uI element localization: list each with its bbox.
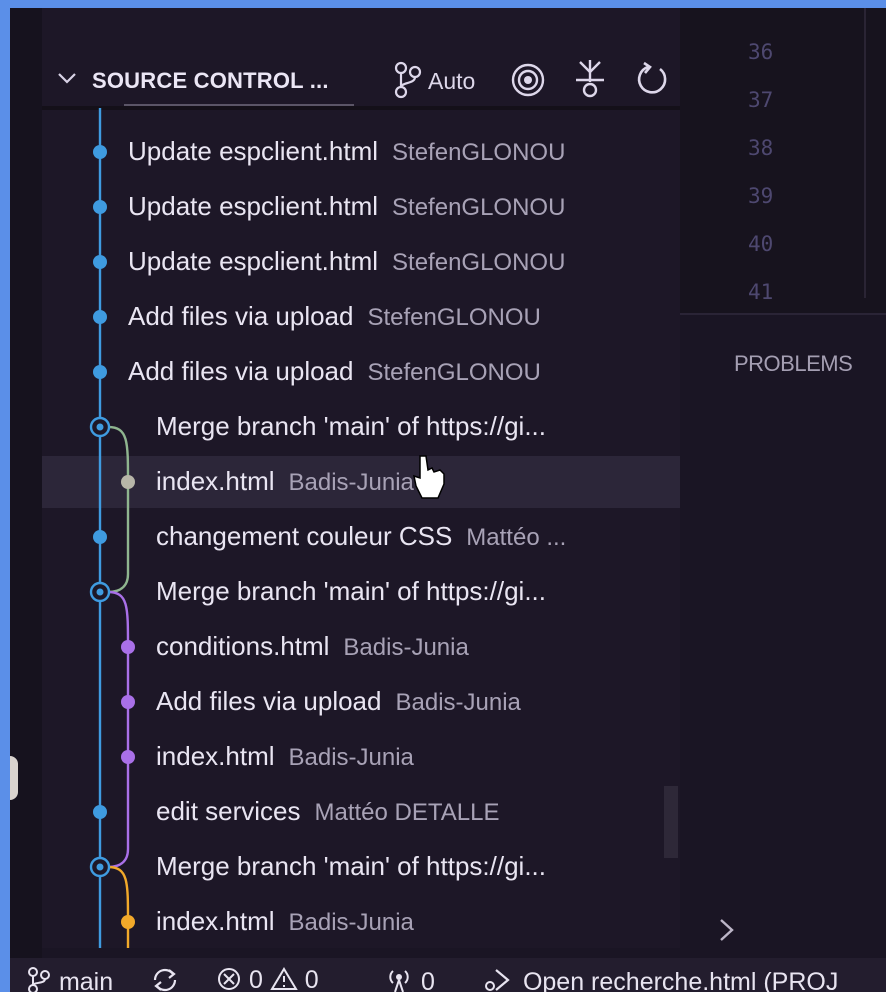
ports-count: 0 (420, 968, 435, 992)
scrollbar-thumb[interactable] (664, 786, 678, 858)
branch-name: main (58, 968, 114, 992)
editor-divider (864, 8, 866, 298)
live-share-icon (485, 969, 510, 991)
branch-status[interactable]: main (26, 966, 113, 992)
error-count: 0 (248, 966, 263, 992)
commit-node (121, 695, 135, 709)
merge-node-center (96, 863, 104, 871)
line-number: 36 (748, 40, 774, 64)
commit-node (93, 200, 107, 214)
sync-icon[interactable] (150, 966, 180, 992)
warning-count: 0 (304, 966, 319, 992)
open-file-label: Open recherche.html (PROJ (522, 968, 839, 992)
bottom-panel: PROBLEMS (680, 313, 886, 950)
merge-node-center (96, 423, 104, 431)
status-bar: main 0 0 0 Open recherche.html (PROJ (10, 958, 886, 992)
ports-status[interactable]: 0 (384, 966, 435, 992)
activity-gutter (10, 8, 42, 992)
branch-curve (107, 425, 130, 483)
commit-node (121, 475, 135, 489)
line-number: 41 (748, 280, 774, 304)
merge-node-center (96, 588, 104, 596)
broadcast-icon (389, 970, 409, 992)
commit-node (93, 805, 107, 819)
commit-node (121, 750, 135, 764)
branch-curve (107, 590, 130, 648)
line-number: 37 (748, 88, 774, 112)
vscode-window: SOURCE CONTROL ... Auto Update espclient… (10, 8, 886, 992)
branch-curve (107, 573, 130, 594)
warning-icon (270, 967, 298, 990)
commit-node (121, 640, 135, 654)
error-icon (218, 968, 240, 990)
commit-node (93, 255, 107, 269)
commit-graph (89, 108, 445, 948)
branch-icon (28, 967, 50, 992)
commit-node (93, 310, 107, 324)
tab-problems[interactable]: PROBLEMS (734, 351, 853, 377)
source-control-panel: SOURCE CONTROL ... Auto Update espclient… (42, 8, 680, 948)
commit-node (93, 365, 107, 379)
commit-node (93, 145, 107, 159)
line-number: 38 (748, 136, 774, 160)
open-file-status[interactable]: Open recherche.html (PROJ (482, 966, 838, 992)
line-number: 40 (748, 232, 774, 256)
editor-area: 36 37 38 39 40 41 (680, 8, 886, 313)
line-number: 39 (748, 184, 774, 208)
commit-node (121, 915, 135, 929)
branch-curve (107, 865, 130, 923)
problems-status[interactable]: 0 0 (216, 966, 319, 992)
chevron-right-icon[interactable] (716, 915, 738, 953)
branch-curve (107, 848, 130, 869)
hand-cursor-icon (413, 455, 445, 499)
commit-node (93, 530, 107, 544)
gutter-indicator (10, 756, 18, 800)
